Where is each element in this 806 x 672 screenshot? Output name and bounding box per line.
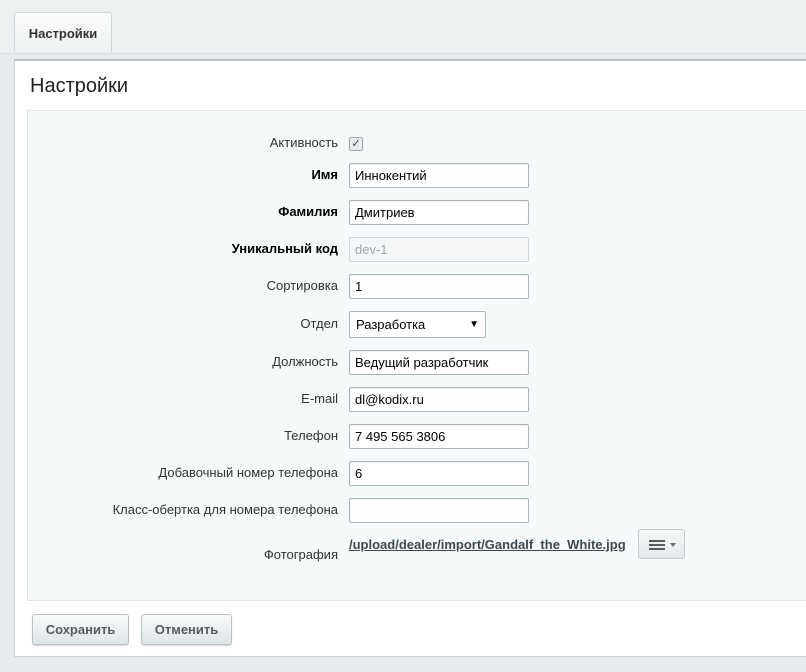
page-title: Настройки [30, 75, 129, 97]
code-input: dev-1 [349, 237, 529, 262]
photo-file-link[interactable]: /upload/dealer/import/Gandalf_the_White.… [349, 537, 626, 552]
menu-icon [649, 540, 665, 552]
checkmark-icon: ✓ [351, 138, 361, 150]
active-label: Активность [269, 135, 338, 150]
tab-bar: Настройки [0, 0, 806, 54]
position-label: Должность [272, 354, 338, 369]
photo-menu-button[interactable] [638, 529, 685, 559]
sort-input[interactable]: 1 [349, 274, 529, 299]
cancel-button[interactable]: Отменить [141, 614, 232, 645]
ext-label: Добавочный номер телефона [158, 465, 338, 480]
active-checkbox[interactable]: ✓ [349, 137, 363, 151]
save-button[interactable]: Сохранить [32, 614, 129, 645]
position-input[interactable]: Ведущий разработчик [349, 350, 529, 375]
wrapper-class-input[interactable] [349, 498, 529, 523]
dropdown-arrow-icon: ▼ [469, 319, 479, 330]
first-name-input[interactable]: Иннокентий [349, 163, 529, 188]
department-select[interactable]: Разработка ▼ [349, 311, 486, 338]
wrapper-class-label: Класс-обертка для номера телефона [112, 502, 338, 517]
email-input[interactable]: dl@kodix.ru [349, 387, 529, 412]
department-label: Отдел [300, 316, 338, 331]
phone-input[interactable]: 7 495 565 3806 [349, 424, 529, 449]
sort-label: Сортировка [266, 278, 338, 293]
settings-form: Активность ✓ Имя Иннокентий Фамилия Дмит… [27, 110, 806, 601]
last-name-label: Фамилия [278, 204, 338, 219]
phone-label: Телефон [284, 428, 338, 443]
email-label: E-mail [301, 391, 338, 406]
code-label: Уникальный код [231, 241, 338, 256]
photo-label: Фотография [263, 547, 338, 562]
settings-panel: Настройки Активность ✓ Имя Иннокентий Фа… [14, 59, 806, 657]
ext-input[interactable]: 6 [349, 461, 529, 486]
department-value: Разработка [356, 317, 426, 332]
tab-settings[interactable]: Настройки [14, 12, 112, 52]
last-name-input[interactable]: Дмитриев [349, 200, 529, 225]
chevron-down-icon [670, 543, 676, 547]
first-name-label: Имя [311, 167, 338, 182]
